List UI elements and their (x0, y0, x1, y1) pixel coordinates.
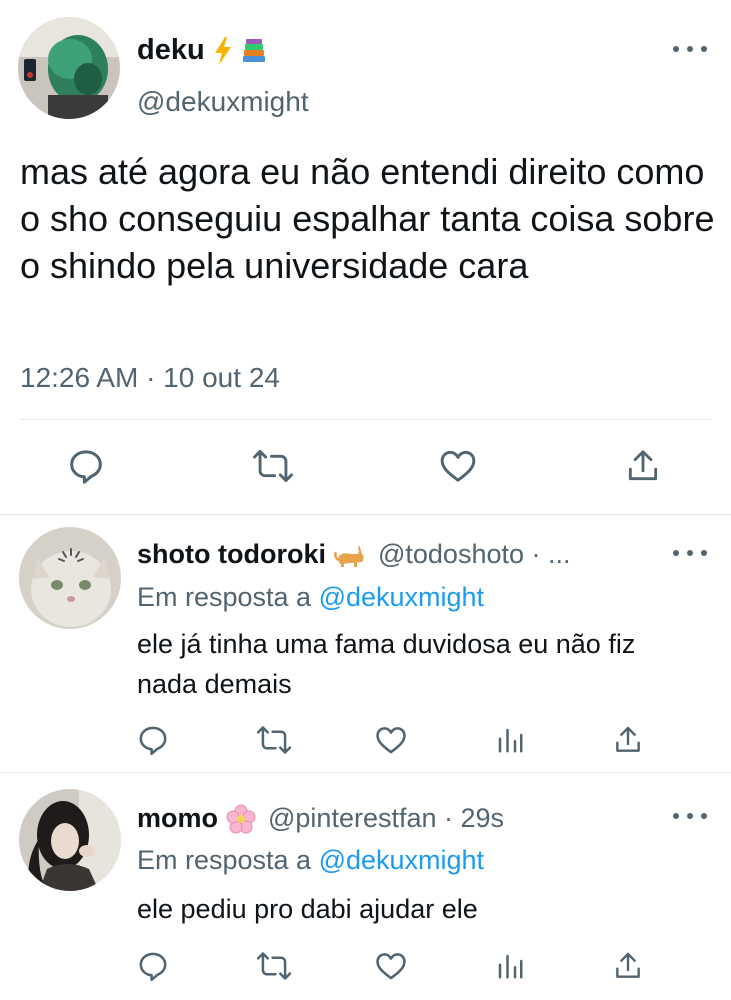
reply-actions (0, 949, 731, 985)
retweet-icon[interactable] (256, 949, 292, 983)
author-handle[interactable]: @pinterestfan · 29s (268, 803, 504, 834)
avatar[interactable] (19, 527, 121, 629)
author-name[interactable]: shoto todoroki (137, 539, 326, 570)
reply-header: momo @pinterestfan · 29s (137, 803, 504, 834)
author-name[interactable]: deku (137, 34, 205, 67)
reply-to-link[interactable]: @dekuxmight (319, 582, 484, 612)
like-icon[interactable] (438, 446, 478, 486)
analytics-icon[interactable] (495, 949, 525, 983)
more-options-icon[interactable] (673, 43, 707, 55)
avatar[interactable] (18, 17, 120, 119)
share-icon[interactable] (612, 723, 644, 757)
like-icon[interactable] (374, 949, 408, 983)
reply-actions (0, 723, 731, 759)
tweet-text: mas até agora eu não entendi direito com… (20, 151, 715, 286)
reply-icon[interactable] (136, 723, 170, 757)
author-handle[interactable]: @todoshoto · ... (378, 539, 571, 570)
like-icon[interactable] (374, 723, 408, 757)
main-tweet: deku @dekuxmight mas até agora eu não en… (0, 0, 731, 515)
retweet-icon[interactable] (252, 446, 294, 486)
books-emoji (241, 38, 267, 64)
share-icon[interactable] (624, 446, 662, 486)
reply-icon[interactable] (66, 446, 106, 486)
retweet-icon[interactable] (256, 723, 292, 757)
reply-tweet: shoto todoroki @todoshoto · ... Em respo… (0, 515, 731, 773)
tweet-timestamp[interactable]: 12:26 AM · 10 out 24 (20, 362, 280, 394)
reply-context: Em resposta a @dekuxmight (137, 845, 484, 876)
reply-header: shoto todoroki @todoshoto · ... (137, 539, 571, 570)
avatar[interactable] (19, 789, 121, 891)
author-handle[interactable]: @dekuxmight (137, 86, 309, 118)
reply-prefix: Em resposta a (137, 845, 319, 875)
reply-text: ele já tinha uma fama duvidosa eu não fi… (137, 629, 636, 699)
share-icon[interactable] (612, 949, 644, 983)
reply-context: Em resposta a @dekuxmight (137, 582, 484, 613)
reply-tweet: momo @pinterestfan · 29s Em resposta a @… (0, 773, 731, 1000)
lightning-bolt-emoji (213, 36, 233, 65)
cherry-blossom-emoji (226, 804, 256, 834)
reply-prefix: Em resposta a (137, 582, 319, 612)
tweet-actions (0, 446, 731, 488)
more-options-icon[interactable] (673, 547, 707, 559)
author-name[interactable]: momo (137, 803, 218, 834)
divider (20, 419, 711, 420)
analytics-icon[interactable] (495, 723, 525, 757)
reply-icon[interactable] (136, 949, 170, 983)
reply-text: ele pediu pro dabi ajudar ele (137, 894, 478, 924)
reply-to-link[interactable]: @dekuxmight (319, 845, 484, 875)
author-row: deku (137, 34, 267, 67)
cat-emoji (334, 542, 366, 568)
more-options-icon[interactable] (673, 810, 707, 822)
